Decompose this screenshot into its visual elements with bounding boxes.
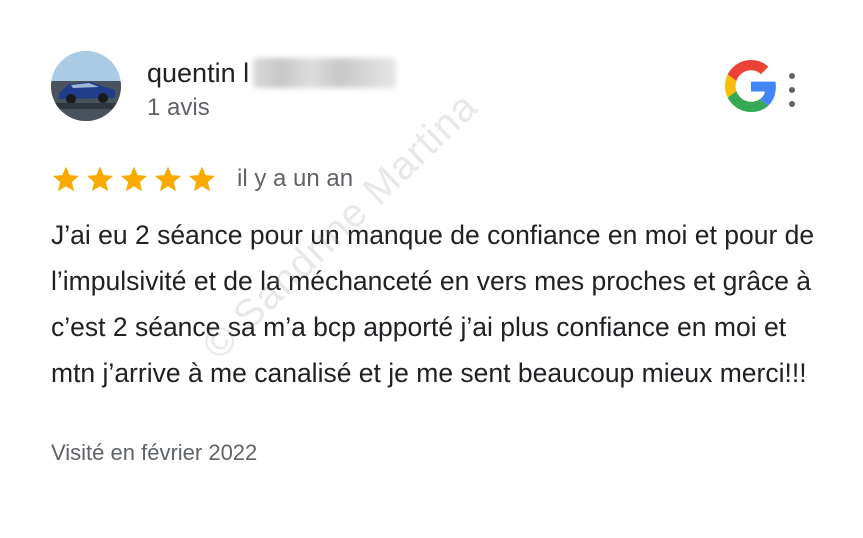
star-icon	[155, 166, 181, 192]
author-row: quentin l	[147, 56, 397, 90]
more-dot	[789, 101, 795, 107]
review-card: quentin l 1 avis il y a un an J’ai eu 2 …	[0, 0, 863, 538]
rating-row: il y a un an	[51, 162, 353, 196]
author-review-count: 1 avis	[147, 94, 210, 121]
star-icon	[121, 166, 147, 192]
redacted-surname	[253, 58, 397, 88]
avatar[interactable]	[51, 51, 121, 121]
author-name[interactable]: quentin l	[147, 58, 249, 89]
visit-date: Visité en février 2022	[51, 440, 258, 465]
star-icon	[53, 166, 79, 192]
star-icon	[189, 166, 215, 192]
more-dot	[789, 73, 795, 79]
google-g-icon	[725, 60, 776, 112]
review-text: J’ai eu 2 séance pour un manque de confi…	[51, 220, 815, 388]
more-vert-icon[interactable]	[783, 73, 801, 107]
star-rating	[51, 164, 217, 194]
star-icon	[87, 166, 113, 192]
more-dot	[789, 87, 795, 93]
car-avatar-icon	[51, 51, 121, 121]
review-time-ago: il y a un an	[237, 165, 354, 192]
